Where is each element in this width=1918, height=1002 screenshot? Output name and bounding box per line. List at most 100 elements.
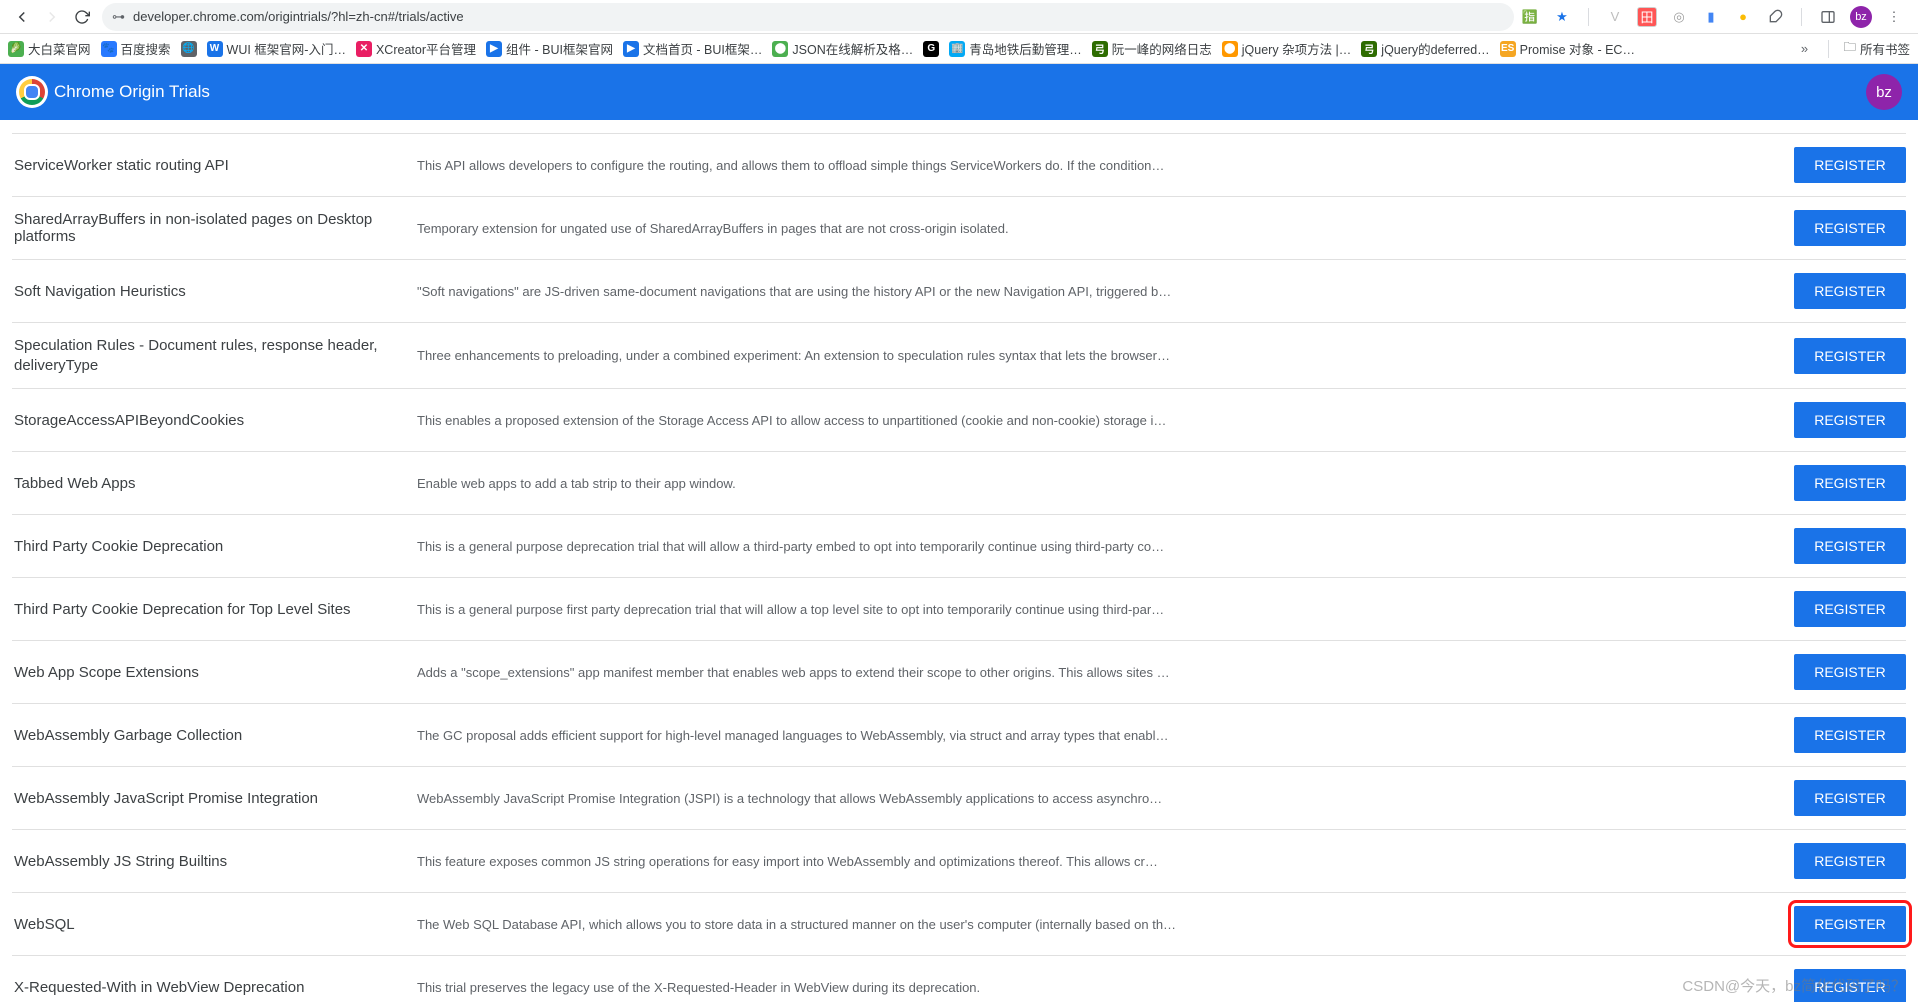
bookmark-favicon: 🥬 <box>8 41 24 57</box>
extensions-icon[interactable] <box>1765 7 1785 27</box>
ext-blue-icon[interactable]: ▮ <box>1701 7 1721 27</box>
bookmark-label: jQuery 杂项方法 |… <box>1242 39 1352 58</box>
register-button[interactable]: REGISTER <box>1794 780 1906 816</box>
bookmark-item[interactable]: 弓阮一峰的网络日志 <box>1092 39 1212 58</box>
register-button[interactable]: REGISTER <box>1794 528 1906 564</box>
trial-title[interactable]: SharedArrayBuffers in non-isolated pages… <box>12 211 417 245</box>
menu-icon[interactable]: ⋮ <box>1884 7 1904 27</box>
url-text: developer.chrome.com/origintrials/?hl=zh… <box>133 9 464 24</box>
table-row: StorageAccessAPIBeyondCookiesThis enable… <box>12 389 1906 452</box>
register-button[interactable]: REGISTER <box>1794 402 1906 438</box>
register-button[interactable]: REGISTER <box>1794 969 1906 1002</box>
bookmark-label: 大白菜官网 <box>28 39 91 58</box>
addr-right-icons: 🈯 ★ V 田 ◎ ▮ ● bz ⋮ <box>1520 6 1904 28</box>
app-profile-avatar[interactable]: bz <box>1866 74 1902 110</box>
table-row: Web App Scope ExtensionsAdds a "scope_ex… <box>12 641 1906 704</box>
bookmarks-bar: 🥬大白菜官网 🐾百度搜索 🌐 WWUI 框架官网-入门… ✕XCreator平台管理 ▶组… <box>0 34 1918 64</box>
table-row: WebAssembly JS String BuiltinsThis featu… <box>12 830 1906 893</box>
ext-vivaldi-icon[interactable]: V <box>1605 7 1625 27</box>
trial-description: This trial preserves the legacy use of t… <box>417 980 1794 995</box>
bookmark-item[interactable]: 🌐 <box>181 41 197 57</box>
trial-title[interactable]: Web App Scope Extensions <box>12 664 417 681</box>
trial-title[interactable]: Third Party Cookie Deprecation for Top L… <box>12 601 417 618</box>
trials-list: REGISTERServiceWorker static routing API… <box>0 120 1918 1002</box>
browser-chrome: ⊶ developer.chrome.com/origintrials/?hl=… <box>0 0 1918 34</box>
bookmark-label: XCreator平台管理 <box>376 39 476 58</box>
trial-description: This API allows developers to configure … <box>417 158 1794 173</box>
bookmarks-overflow-icon[interactable]: » <box>1794 39 1814 59</box>
bookmark-favicon: ▶ <box>486 41 502 57</box>
trial-description: The GC proposal adds efficient support f… <box>417 728 1794 743</box>
register-button[interactable]: REGISTER <box>1794 843 1906 879</box>
bookmark-item[interactable]: ▶组件 - BUI框架官网 <box>486 39 613 58</box>
register-button[interactable]: REGISTER <box>1794 591 1906 627</box>
bookmark-item[interactable]: ESPromise 对象 - EC… <box>1500 39 1635 58</box>
bookmark-favicon: ⬤ <box>772 41 788 57</box>
profile-avatar[interactable]: bz <box>1850 6 1872 28</box>
ext-gray-icon[interactable]: ◎ <box>1669 7 1689 27</box>
register-button[interactable]: REGISTER <box>1794 654 1906 690</box>
bookmark-favicon: 弓 <box>1361 41 1377 57</box>
register-button[interactable]: REGISTER <box>1794 465 1906 501</box>
bookmark-item[interactable]: ⬤jQuery 杂项方法 |… <box>1222 39 1352 58</box>
register-button[interactable]: REGISTER <box>1794 210 1906 246</box>
bookmark-item[interactable]: ✕XCreator平台管理 <box>356 39 476 58</box>
table-row: Speculation Rules - Document rules, resp… <box>12 323 1906 389</box>
reload-button[interactable] <box>68 3 96 31</box>
bookmark-item[interactable]: G <box>923 41 939 57</box>
back-button[interactable] <box>8 3 36 31</box>
bookmark-item[interactable]: 🐾百度搜索 <box>101 39 171 58</box>
chrome-logo-icon <box>16 76 48 108</box>
table-row: Soft Navigation Heuristics"Soft navigati… <box>12 260 1906 323</box>
bookmark-favicon: W <box>207 41 223 57</box>
main-content: REGISTERServiceWorker static routing API… <box>0 120 1918 1002</box>
trial-title[interactable]: WebSQL <box>12 916 417 933</box>
trial-title[interactable]: WebAssembly Garbage Collection <box>12 727 417 744</box>
trial-title[interactable]: Speculation Rules - Document rules, resp… <box>12 336 417 375</box>
trial-title[interactable]: Third Party Cookie Deprecation <box>12 538 417 555</box>
trial-title[interactable]: X-Requested-With in WebView Deprecation <box>12 979 417 996</box>
trial-title[interactable]: StorageAccessAPIBeyondCookies <box>12 412 417 429</box>
forward-button[interactable] <box>38 3 66 31</box>
trial-description: This is a general purpose first party de… <box>417 602 1794 617</box>
trial-title[interactable]: Soft Navigation Heuristics <box>12 283 417 300</box>
table-row: Third Party Cookie Deprecation for Top L… <box>12 578 1906 641</box>
register-button[interactable]: REGISTER <box>1794 273 1906 309</box>
bookmark-item[interactable]: 🏢青岛地铁后勤管理… <box>949 39 1082 58</box>
translate-icon[interactable]: 🈯 <box>1520 7 1540 27</box>
bookmark-item[interactable]: ⬤JSON在线解析及格… <box>772 39 913 58</box>
trial-title[interactable]: Tabbed Web Apps <box>12 475 417 492</box>
register-button[interactable]: REGISTER <box>1794 147 1906 183</box>
register-button[interactable]: REGISTER <box>1794 338 1906 374</box>
ext-yellow-icon[interactable]: ● <box>1733 7 1753 27</box>
bookmark-favicon: 🐾 <box>101 41 117 57</box>
all-bookmarks[interactable]: 🗀 所有书签 <box>1843 38 1910 59</box>
trial-title[interactable]: WebAssembly JS String Builtins <box>12 853 417 870</box>
bookmark-item[interactable]: 弓jQuery的deferred… <box>1361 39 1489 58</box>
table-row: WebAssembly Garbage CollectionThe GC pro… <box>12 704 1906 767</box>
bookmark-favicon: ES <box>1500 41 1516 57</box>
bookmark-label: Promise 对象 - EC… <box>1520 39 1635 58</box>
bookmark-favicon: ▶ <box>623 41 639 57</box>
sidepanel-icon[interactable] <box>1818 7 1838 27</box>
bookmark-item[interactable]: 🥬大白菜官网 <box>8 39 91 58</box>
trial-title[interactable]: WebAssembly JavaScript Promise Integrati… <box>12 790 417 807</box>
trial-description: The Web SQL Database API, which allows y… <box>417 917 1794 932</box>
divider <box>1588 8 1589 26</box>
divider <box>1801 8 1802 26</box>
table-row: ServiceWorker static routing APIThis API… <box>12 134 1906 197</box>
register-button[interactable]: REGISTER <box>1794 717 1906 753</box>
bookmark-item[interactable]: WWUI 框架官网-入门… <box>207 39 346 58</box>
table-row: SharedArrayBuffers in non-isolated pages… <box>12 197 1906 260</box>
bookmark-label: 文档首页 - BUI框架… <box>643 39 762 58</box>
bookmark-favicon: G <box>923 41 939 57</box>
star-icon[interactable]: ★ <box>1552 7 1572 27</box>
site-info-icon[interactable]: ⊶ <box>112 9 125 25</box>
ext-red-icon[interactable]: 田 <box>1637 7 1657 27</box>
trial-title[interactable]: ServiceWorker static routing API <box>12 157 417 174</box>
register-button[interactable]: REGISTER <box>1794 906 1906 942</box>
address-bar[interactable]: ⊶ developer.chrome.com/origintrials/?hl=… <box>102 3 1514 31</box>
bookmark-label: 青岛地铁后勤管理… <box>969 39 1082 58</box>
bookmark-item[interactable]: ▶文档首页 - BUI框架… <box>623 39 762 58</box>
trial-description: Adds a "scope_extensions" app manifest m… <box>417 665 1794 680</box>
